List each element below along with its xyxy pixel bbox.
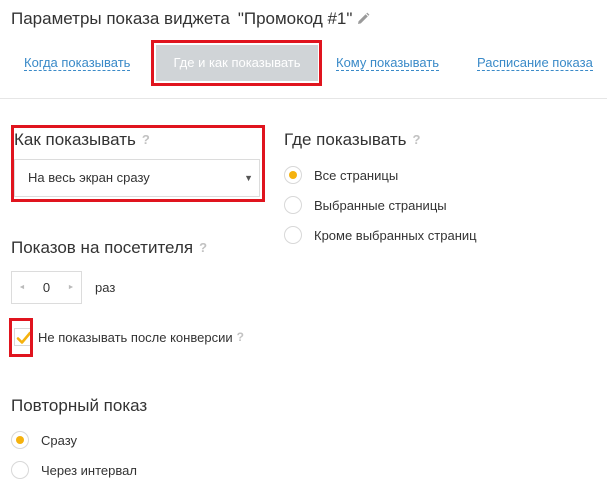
tab-where-how[interactable]: Где и как показывать [156, 45, 318, 81]
page-title-text: Параметры показа виджета [11, 9, 230, 28]
no-show-after-conversion-checkbox[interactable] [14, 328, 32, 346]
radio-label: Сразу [41, 432, 78, 448]
how-title-text: Как показывать [14, 130, 136, 149]
caret-down-icon: ▼ [244, 173, 253, 183]
where-title-text: Где показывать [284, 130, 407, 149]
radio-button[interactable] [284, 226, 302, 244]
settings-tabs: Когда показывать Где и как показывать Ко… [0, 40, 607, 88]
views-title: Показов на посетителя? [11, 238, 207, 258]
radio-button[interactable] [11, 461, 29, 479]
radio-immediately[interactable]: Сразу [11, 430, 77, 450]
checkmark-icon [16, 331, 32, 344]
radio-all-pages[interactable]: Все страницы [284, 165, 398, 185]
check-label-text: Не показывать после конверсии [38, 330, 233, 345]
widget-name: "Промокод #1" [237, 9, 353, 28]
radio-button[interactable] [284, 166, 302, 184]
views-unit: раз [95, 280, 116, 295]
radio-label: Кроме выбранных страниц [314, 227, 477, 243]
help-icon[interactable]: ? [412, 132, 420, 147]
radio-selected-pages[interactable]: Выбранные страницы [284, 195, 447, 215]
decrement-icon[interactable]: ◄ [15, 272, 29, 303]
radio-label: Все страницы [314, 167, 399, 183]
radio-button[interactable] [11, 431, 29, 449]
help-icon[interactable]: ? [199, 240, 207, 255]
radio-except-selected[interactable]: Кроме выбранных страниц [284, 225, 477, 245]
tab-whom[interactable]: Кому показывать [336, 55, 440, 71]
pencil-icon[interactable] [356, 11, 370, 31]
repeat-title: Повторный показ [11, 396, 148, 415]
divider [0, 98, 607, 99]
page-title: Параметры показа виджета "Промокод #1" [11, 9, 370, 31]
views-title-text: Показов на посетителя [11, 238, 194, 257]
how-select-value: На весь экран сразу [28, 170, 150, 185]
views-stepper[interactable]: ◄ 0 ► [11, 271, 82, 304]
no-show-after-conversion-label: Не показывать после конверсии? [38, 330, 244, 345]
radio-interval[interactable]: Через интервал [11, 460, 137, 480]
where-title: Где показывать? [284, 130, 420, 150]
how-select[interactable]: На весь экран сразу ▼ [14, 159, 260, 197]
views-value[interactable]: 0 [28, 272, 65, 303]
increment-icon[interactable]: ► [64, 272, 78, 303]
how-title: Как показывать? [14, 130, 150, 150]
help-icon[interactable]: ? [237, 330, 244, 344]
help-icon[interactable]: ? [142, 132, 150, 147]
radio-button[interactable] [284, 196, 302, 214]
tab-when[interactable]: Когда показывать [24, 55, 131, 71]
radio-label: Выбранные страницы [314, 197, 447, 213]
tab-schedule[interactable]: Расписание показа [477, 55, 593, 71]
radio-label: Через интервал [41, 462, 137, 478]
